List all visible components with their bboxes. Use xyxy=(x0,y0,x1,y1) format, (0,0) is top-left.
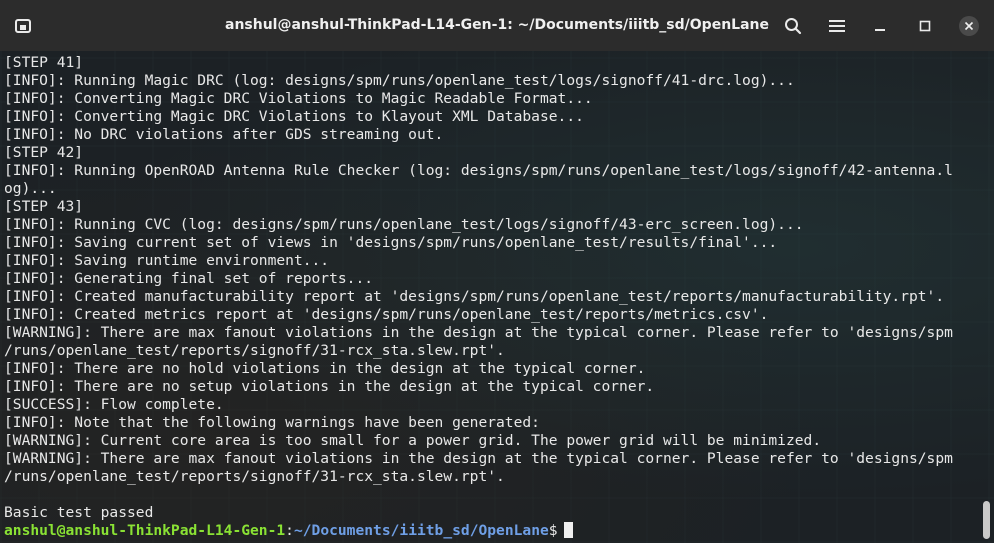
close-icon xyxy=(964,21,974,31)
terminal-line: Basic test passed xyxy=(4,504,154,521)
vertical-scrollbar[interactable] xyxy=(980,51,994,543)
terminal-line: [INFO]: No DRC violations after GDS stre… xyxy=(4,126,444,143)
terminal-line: [INFO]: Converting Magic DRC Violations … xyxy=(4,108,584,125)
terminal-line: [WARNING]: There are max fanout violatio… xyxy=(4,324,953,341)
terminal-line: [SUCCESS]: Flow complete. xyxy=(4,396,224,413)
terminal-line: [INFO]: Saving current set of views in '… xyxy=(4,234,778,251)
search-icon xyxy=(785,18,802,35)
hamburger-menu-icon xyxy=(829,20,845,32)
menu-button[interactable] xyxy=(822,10,852,42)
terminal-line: og)... xyxy=(4,180,57,197)
terminal-line: [INFO]: There are no setup violations in… xyxy=(4,378,655,395)
terminal-line: [STEP 41] xyxy=(4,54,84,71)
terminal-output: [STEP 41] [INFO]: Running Magic DRC (log… xyxy=(4,54,976,540)
terminal-line: [INFO]: There are no hold violations in … xyxy=(4,360,646,377)
close-button[interactable] xyxy=(956,10,982,42)
terminal-line: /runs/openlane_test/reports/signoff/31-r… xyxy=(4,468,505,485)
terminal-line: [INFO]: Saving runtime environment... xyxy=(4,252,330,269)
search-button[interactable] xyxy=(778,10,808,42)
text-cursor xyxy=(563,522,573,538)
terminal-line: [INFO]: Running Magic DRC (log: designs/… xyxy=(4,72,795,89)
terminal-line: [INFO]: Created manufacturability report… xyxy=(4,288,945,305)
prompt-symbol: $ xyxy=(548,522,558,539)
terminal-line: /runs/openlane_test/reports/signoff/31-r… xyxy=(4,342,505,359)
terminal-line: [STEP 42] xyxy=(4,144,84,161)
minimize-icon xyxy=(875,29,885,31)
terminal-line: [WARNING]: Current core area is too smal… xyxy=(4,432,822,449)
scrollbar-thumb[interactable] xyxy=(983,501,990,539)
shell-prompt[interactable]: anshul@anshul-ThinkPad-L14-Gen-1:~/Docum… xyxy=(4,522,976,540)
title-bar[interactable]: anshul@anshul-ThinkPad-L14-Gen-1: ~/Docu… xyxy=(0,0,994,51)
new-tab-button[interactable] xyxy=(12,10,34,42)
terminal-line: [WARNING]: There are max fanout violatio… xyxy=(4,450,953,467)
terminal-line: [INFO]: Running CVC (log: designs/spm/ru… xyxy=(4,216,804,233)
terminal-output-area[interactable]: [STEP 41] [INFO]: Running Magic DRC (log… xyxy=(0,51,994,543)
terminal-line: [INFO]: Converting Magic DRC Violations … xyxy=(4,90,593,107)
terminal-line: [STEP 43] xyxy=(4,198,84,215)
terminal-line: [INFO]: Created metrics report at 'desig… xyxy=(4,306,769,323)
prompt-separator: : xyxy=(285,522,294,539)
terminal-line: [INFO]: Note that the following warnings… xyxy=(4,414,540,431)
terminal-line: [INFO]: Running OpenROAD Antenna Rule Ch… xyxy=(4,162,953,179)
maximize-icon xyxy=(919,20,931,32)
minimize-button[interactable] xyxy=(867,10,893,42)
terminal-window: anshul@anshul-ThinkPad-L14-Gen-1: ~/Docu… xyxy=(0,0,994,543)
prompt-path: ~/Documents/iiitb_sd/OpenLane xyxy=(293,522,549,539)
prompt-user-host: anshul@anshul-ThinkPad-L14-Gen-1 xyxy=(4,522,286,539)
new-tab-icon xyxy=(15,19,31,33)
terminal-line: [INFO]: Generating final set of reports.… xyxy=(4,270,374,287)
maximize-button[interactable] xyxy=(912,10,938,42)
